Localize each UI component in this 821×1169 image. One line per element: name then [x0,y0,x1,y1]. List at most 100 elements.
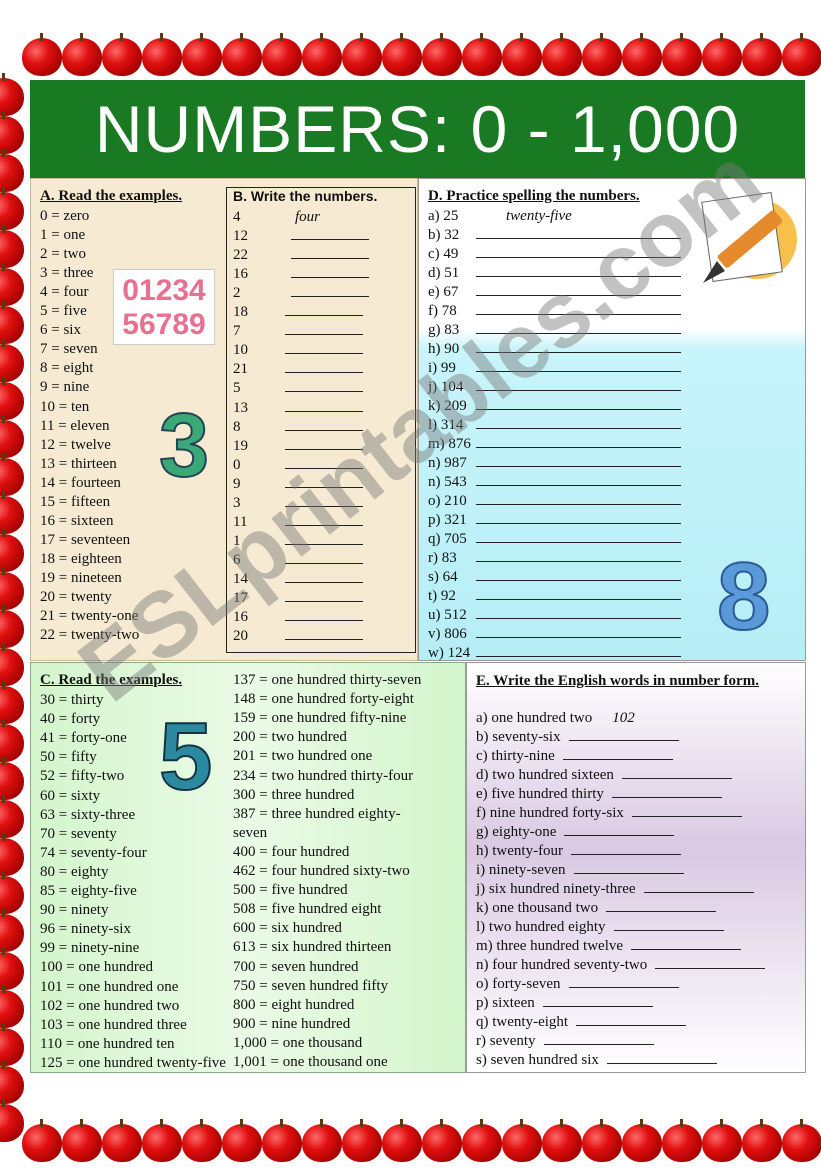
exercise-row: 7 [233,322,363,341]
number-prompt: o) 210 [428,493,467,509]
answer-blank[interactable] [285,303,363,317]
answer-blank[interactable] [291,227,369,241]
answer-blank[interactable] [564,823,675,836]
exercise-row: 18 [233,303,363,322]
answer-blank[interactable] [476,359,681,372]
exercise-row: k) one thousand two [476,899,717,918]
answer-blank[interactable] [631,937,742,950]
example-item: 13 = thirteen [40,455,117,472]
example-item: 125 = one hundred twenty-five [40,1054,226,1071]
answer-blank[interactable] [285,322,363,336]
answer-blank[interactable] [285,437,363,450]
answer-blank[interactable] [476,587,681,600]
answer-blank[interactable] [476,568,681,581]
answer-blank[interactable] [285,399,363,412]
example-item: 15 = fifteen [40,493,111,510]
answer-blank[interactable] [655,956,766,969]
apple-icon [782,1119,821,1162]
answer-blank[interactable] [476,340,681,353]
answer-blank[interactable] [476,264,681,277]
answer-blank[interactable] [476,302,681,315]
answer-blank[interactable] [285,475,363,488]
pencil-icon [695,191,801,291]
answer-blank[interactable] [476,283,681,296]
number-prompt: b) 32 [428,227,460,243]
answer-blank[interactable] [571,842,682,855]
answer-blank[interactable] [291,284,369,298]
answer-blank[interactable] [285,360,363,374]
number-prompt: e) 67 [428,284,459,300]
answer-blank[interactable] [568,975,679,988]
answer-blank[interactable] [285,627,363,641]
example-item: 70 = seventy [40,825,117,842]
answer-blank[interactable] [562,747,673,760]
apple-icon [382,1119,422,1162]
word-prompt: a) one hundred two [476,710,593,726]
answer-blank[interactable] [476,416,681,429]
number-prompt: 7 [233,323,241,340]
answer-blank[interactable] [576,1013,687,1026]
answer-blank[interactable] [285,494,363,507]
answer-blank[interactable] [476,245,681,258]
example-item: 3 = three [40,265,94,282]
answer-blank[interactable] [621,766,732,779]
example-item: 159 = one hundred fifty-nine [233,710,407,727]
answer-blank[interactable] [606,899,717,912]
answer-blank[interactable] [285,570,363,583]
answer-blank[interactable] [285,341,363,355]
answer-blank[interactable] [476,492,681,505]
exercise-row: m) three hundred twelve [476,937,742,956]
answer-blank[interactable] [285,456,363,469]
answer-blank[interactable] [476,625,681,638]
answer-blank[interactable] [611,785,722,798]
exercise-row: r) 83 [428,549,681,568]
exercise-row: o) forty-seven [476,975,679,994]
answer-blank[interactable] [476,226,681,239]
example-item: 613 = six hundred thirteen [233,939,392,956]
exercise-row: n) 987 [428,454,681,473]
number-prompt: p) 321 [428,512,467,528]
answer-blank[interactable] [285,513,363,526]
answer-blank[interactable] [285,418,363,431]
answer-blank[interactable] [476,321,681,334]
example-item: 200 = two hundred [233,729,347,746]
answer-blank[interactable] [476,644,681,657]
answer-blank[interactable] [606,1051,717,1064]
apple-icon [422,1119,462,1162]
answer-blank[interactable] [631,804,742,817]
answer-blank[interactable] [476,606,681,619]
answer-blank[interactable] [285,379,363,393]
exercise-row: 16 [233,608,363,627]
answer-blank[interactable] [476,378,681,391]
apple-icon [102,33,142,76]
answer-blank[interactable] [543,1032,654,1045]
answer-blank[interactable] [476,530,681,543]
answer-blank[interactable] [476,397,681,410]
example-item: 50 = fifty [40,749,97,766]
answer-blank[interactable] [285,532,363,545]
answer-blank[interactable] [613,918,724,931]
apple-icon [102,1119,142,1162]
answer-blank[interactable] [476,435,681,448]
answer-blank[interactable] [542,994,653,1007]
answer-blank[interactable] [291,246,369,260]
number-prompt: 18 [233,304,248,321]
answer-blank[interactable] [568,728,679,741]
apple-icon [142,1119,182,1162]
apple-icon [142,33,182,76]
example-item: 6 = six [40,322,81,339]
number-prompt: v) 806 [428,626,467,642]
answer-blank[interactable] [643,880,754,893]
exercise-row: 20 [233,627,363,646]
answer-blank[interactable] [476,511,681,524]
number-prompt: 5 [233,380,241,397]
answer-blank[interactable] [285,551,363,564]
answer-blank[interactable] [291,265,369,279]
answer-blank[interactable] [285,589,363,602]
apple-icon [182,33,222,76]
answer-blank[interactable] [573,861,684,874]
answer-blank[interactable] [476,454,681,467]
answer-blank[interactable] [476,473,681,486]
answer-blank[interactable] [285,608,363,622]
answer-blank[interactable] [476,549,681,562]
